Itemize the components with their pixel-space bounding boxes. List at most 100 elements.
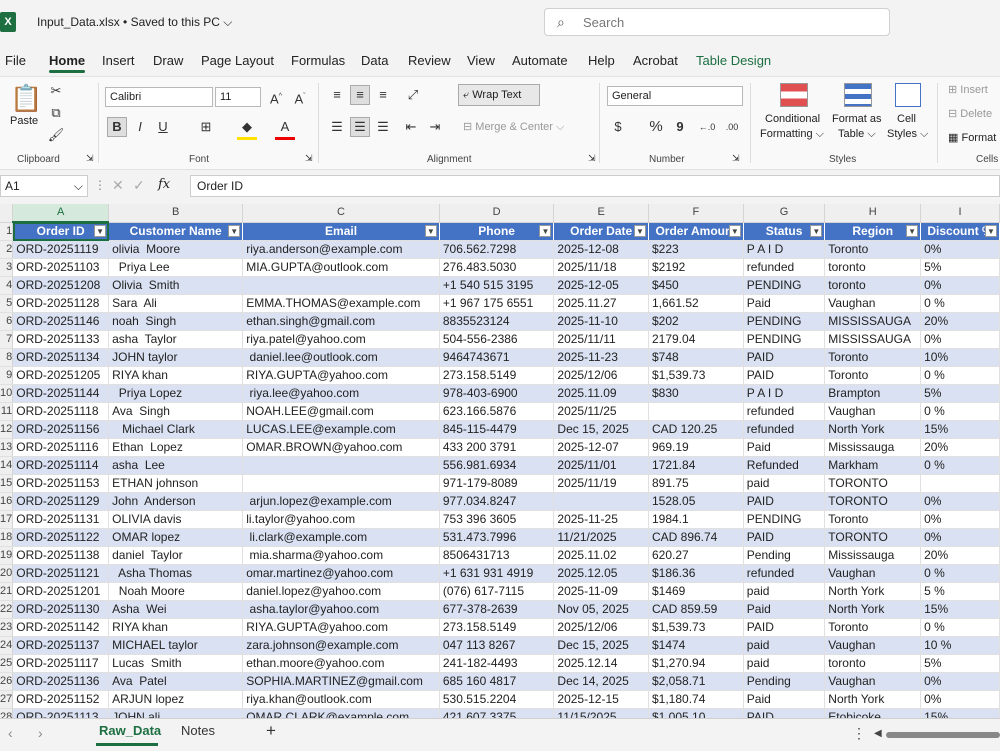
- table-cell[interactable]: Dec 15, 2025: [553, 420, 649, 439]
- table-cell[interactable]: Lucas Smith: [108, 654, 244, 673]
- table-cell[interactable]: MICHAEL taylor: [108, 636, 244, 655]
- table-cell[interactable]: 0%: [920, 240, 1000, 259]
- table-cell[interactable]: 2025.11.09: [553, 384, 649, 403]
- orientation-icon[interactable]: ⤢: [403, 85, 423, 105]
- table-cell[interactable]: PAID: [743, 528, 826, 547]
- increase-indent-icon[interactable]: ⇥: [425, 117, 445, 137]
- table-cell[interactable]: 0 %: [920, 564, 1000, 583]
- table-cell[interactable]: Priya Lee: [108, 258, 244, 277]
- table-cell[interactable]: 2025-11-09: [553, 582, 649, 601]
- table-cell[interactable]: $1469: [648, 582, 744, 601]
- decrease-decimal-icon[interactable]: .00: [722, 117, 742, 137]
- table-cell[interactable]: Asha Wei: [108, 600, 244, 619]
- filter-dropdown-icon[interactable]: ▼: [424, 224, 437, 237]
- insert-cells-button[interactable]: ⊞ Insert: [948, 83, 1000, 96]
- row-header[interactable]: 12: [0, 420, 14, 439]
- table-cell[interactable]: 2025-12-15: [553, 690, 649, 709]
- row-header[interactable]: 24: [0, 636, 14, 655]
- table-cell[interactable]: 2025.12.14: [553, 654, 649, 673]
- table-cell[interactable]: mia.sharma@yahoo.com: [242, 546, 440, 565]
- hscroll-left-icon[interactable]: ◀: [874, 728, 882, 739]
- table-cell[interactable]: PAID: [743, 618, 826, 637]
- table-cell[interactable]: EMMA.THOMAS@example.com: [242, 294, 440, 313]
- table-cell[interactable]: $1,270.94: [648, 654, 744, 673]
- table-cell[interactable]: MISSISSAUGA: [824, 312, 922, 331]
- table-cell[interactable]: Toronto: [824, 240, 922, 259]
- column-header-c[interactable]: C: [242, 204, 440, 223]
- formula-input[interactable]: Order ID: [190, 175, 1000, 197]
- table-cell[interactable]: toronto: [824, 258, 922, 277]
- row-header[interactable]: 17: [0, 510, 14, 529]
- table-cell[interactable]: Paid: [743, 690, 826, 709]
- cell-styles-icon[interactable]: [895, 83, 921, 107]
- filter-dropdown-icon[interactable]: ▼: [94, 225, 107, 237]
- column-header-b[interactable]: B: [108, 204, 244, 223]
- tab-help[interactable]: Help: [588, 53, 615, 68]
- tab-table-design[interactable]: Table Design: [696, 53, 771, 68]
- row-header[interactable]: 16: [0, 492, 14, 511]
- table-cell[interactable]: 891.75: [648, 474, 744, 493]
- table-cell[interactable]: ethan.moore@yahoo.com: [242, 654, 440, 673]
- table-cell[interactable]: 273.158.5149: [439, 618, 555, 637]
- row-header[interactable]: 28: [0, 708, 14, 718]
- table-cell[interactable]: ORD-20251129: [12, 492, 110, 511]
- table-cell[interactable]: Dec 15, 2025: [553, 636, 649, 655]
- table-cell[interactable]: Ava Patel: [108, 672, 244, 691]
- table-cell[interactable]: MISSISSAUGA: [824, 330, 922, 349]
- row-header[interactable]: 14: [0, 456, 14, 475]
- table-cell[interactable]: ORD-20251133: [12, 330, 110, 349]
- row-header[interactable]: 11: [0, 402, 14, 421]
- table-cell[interactable]: PAID: [743, 492, 826, 511]
- table-cell[interactable]: ORD-20251128: [12, 294, 110, 313]
- table-cell[interactable]: ORD-20251130: [12, 600, 110, 619]
- table-cell[interactable]: Toronto: [824, 366, 922, 385]
- column-header-e[interactable]: E: [553, 204, 649, 223]
- table-cell[interactable]: RIYA khan: [108, 366, 244, 385]
- table-cell[interactable]: $2192: [648, 258, 744, 277]
- table-cell[interactable]: [242, 474, 440, 493]
- add-sheet-button[interactable]: +: [266, 721, 276, 741]
- table-cell[interactable]: Paid: [743, 600, 826, 619]
- table-cell[interactable]: 2025.11.27: [553, 294, 649, 313]
- filter-dropdown-icon[interactable]: ▼: [906, 224, 919, 237]
- table-cell[interactable]: 1721.84: [648, 456, 744, 475]
- table-cell[interactable]: riya.anderson@example.com: [242, 240, 440, 259]
- table-cell[interactable]: 530.515.2204: [439, 690, 555, 709]
- select-all-corner[interactable]: [0, 204, 14, 223]
- table-cell[interactable]: Nov 05, 2025: [553, 600, 649, 619]
- table-cell[interactable]: ORD-20251121: [12, 564, 110, 583]
- tab-file[interactable]: File: [5, 53, 26, 68]
- table-cell[interactable]: John Anderson: [108, 492, 244, 511]
- increase-decimal-icon[interactable]: ←.0: [697, 117, 717, 137]
- table-cell[interactable]: 969.19: [648, 438, 744, 457]
- align-left-icon[interactable]: ☰: [327, 117, 347, 137]
- cancel-icon[interactable]: ✕: [112, 177, 124, 194]
- font-color-icon[interactable]: A: [275, 117, 295, 140]
- table-cell[interactable]: 2025-11-10: [553, 312, 649, 331]
- table-cell[interactable]: NOAH.LEE@gmail.com: [242, 402, 440, 421]
- table-cell[interactable]: zara.johnson@example.com: [242, 636, 440, 655]
- table-cell[interactable]: Noah Moore: [108, 582, 244, 601]
- table-cell[interactable]: 0 %: [920, 456, 1000, 475]
- row-header[interactable]: 25: [0, 654, 14, 673]
- conditional-formatting-label-2[interactable]: Formatting ⌵: [760, 128, 824, 141]
- table-cell[interactable]: Dec 14, 2025: [553, 672, 649, 691]
- table-cell[interactable]: $748: [648, 348, 744, 367]
- table-cell[interactable]: paid: [743, 654, 826, 673]
- table-cell[interactable]: asha Taylor: [108, 330, 244, 349]
- decrease-indent-icon[interactable]: ⇤: [401, 117, 421, 137]
- name-box[interactable]: A1 ⌵: [0, 175, 88, 197]
- table-cell[interactable]: 2025/12/06: [553, 366, 649, 385]
- copy-icon[interactable]: ⧉: [46, 103, 66, 123]
- conditional-formatting-icon[interactable]: [780, 83, 808, 107]
- row-header[interactable]: 27: [0, 690, 14, 709]
- tab-insert[interactable]: Insert: [102, 53, 135, 68]
- comma-style-icon[interactable]: 9: [670, 117, 690, 137]
- underline-icon[interactable]: U: [153, 117, 173, 137]
- table-cell[interactable]: riya.patel@yahoo.com: [242, 330, 440, 349]
- table-cell[interactable]: 0 %: [920, 366, 1000, 385]
- table-cell[interactable]: North York: [824, 600, 922, 619]
- table-cell[interactable]: Michael Clark: [108, 420, 244, 439]
- table-cell[interactable]: ORD-20251153: [12, 474, 110, 493]
- table-cell[interactable]: li.clark@example.com: [242, 528, 440, 547]
